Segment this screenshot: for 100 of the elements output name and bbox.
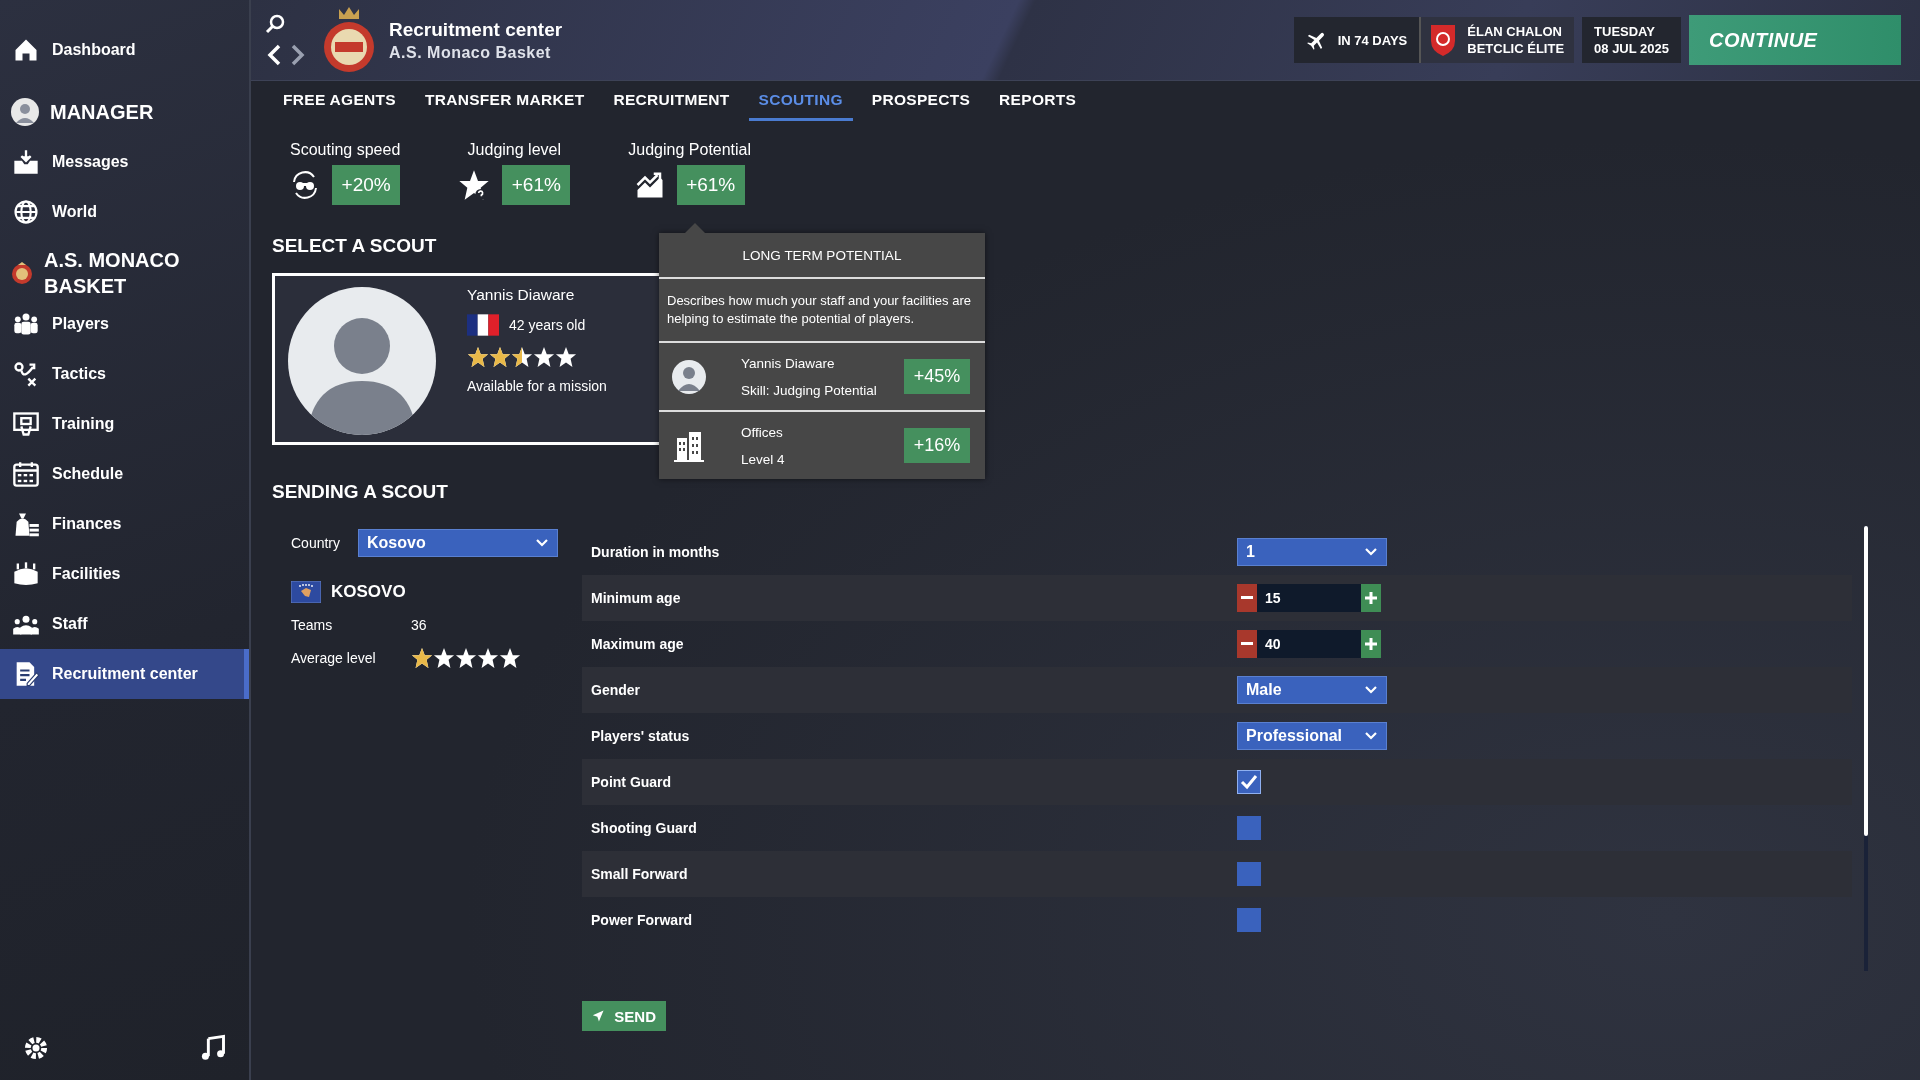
tab[interactable]: SCOUTING <box>748 81 853 121</box>
dropdown[interactable]: 1 <box>1237 538 1387 566</box>
field-label: Small Forward <box>591 866 689 882</box>
weekday-text: TUESDAY <box>1594 23 1656 40</box>
club-name: A.S. Monaco Basket <box>389 43 552 62</box>
search-icon[interactable] <box>265 13 287 35</box>
section-title: MANAGER <box>50 100 154 124</box>
star-icon <box>433 647 455 669</box>
checkbox[interactable] <box>1237 862 1261 886</box>
dropdown[interactable]: Professional <box>1237 722 1387 750</box>
bonus-badge: +45% <box>904 359 970 394</box>
checkbox[interactable] <box>1237 908 1261 932</box>
star-icon <box>533 346 555 368</box>
club-logo-icon <box>321 5 377 75</box>
sidebar-item-icon <box>12 148 40 176</box>
field-label: Gender <box>591 682 641 698</box>
scout-status: Available for a mission <box>467 378 607 394</box>
minus-button[interactable] <box>1237 584 1257 612</box>
trend-chart-icon <box>634 170 665 200</box>
sidebar-item[interactable]: Messages <box>0 137 249 187</box>
opponent-name: ÉLAN CHALON <box>1467 23 1563 40</box>
tab[interactable]: REPORTS <box>989 81 1087 121</box>
minus-icon <box>1241 596 1253 599</box>
settings-icon[interactable] <box>22 1034 50 1062</box>
avatar-icon <box>671 358 707 395</box>
caret-icon <box>1364 685 1378 695</box>
number-field[interactable]: 15 <box>1257 584 1361 612</box>
field-label: Shooting Guard <box>591 820 698 836</box>
stat-label: Judging level <box>467 141 561 159</box>
teams-count: 36 <box>411 617 428 633</box>
sidebar-item[interactable]: Finances <box>0 499 249 549</box>
page-title: Recruitment center <box>389 18 563 41</box>
sidebar-item[interactable]: World <box>0 187 249 237</box>
sidebar-item[interactable]: Recruitment center <box>0 649 249 699</box>
sidebar-item-icon <box>12 198 40 226</box>
star-icon <box>467 346 489 368</box>
sidebar-item[interactable]: Staff <box>0 599 249 649</box>
tab[interactable]: FREE AGENTS <box>273 81 406 121</box>
sidebar-item[interactable]: Facilities <box>0 549 249 599</box>
contributor-detail: Level 4 <box>741 451 785 467</box>
dropdown[interactable]: Male <box>1237 676 1387 704</box>
plus-icon <box>1365 592 1377 604</box>
sidebar-item-icon <box>12 460 40 488</box>
scrollbar[interactable] <box>1864 526 1868 971</box>
star-icon <box>489 346 511 368</box>
field-label: Minimum age <box>591 590 682 606</box>
avatar-icon <box>10 97 40 127</box>
stat-badge: +20% <box>332 165 401 205</box>
checkbox[interactable] <box>1237 770 1261 794</box>
field-label: Country <box>291 535 341 551</box>
countdown-text: IN 74 DAYS <box>1337 32 1408 48</box>
minus-button[interactable] <box>1237 630 1257 658</box>
star-icon <box>455 647 477 669</box>
contributor-name: Offices <box>741 424 784 440</box>
checkbox[interactable] <box>1237 816 1261 840</box>
field-label: Duration in months <box>591 544 721 560</box>
section-title: A.S. MONACO BASKET <box>44 248 181 299</box>
star-icon <box>511 346 533 368</box>
flag-icon <box>467 314 499 336</box>
scout-name: Yannis Diaware <box>467 286 576 304</box>
country-dropdown[interactable]: Kosovo <box>358 529 559 557</box>
tab[interactable]: PROSPECTS <box>861 81 981 121</box>
star-icon <box>477 647 499 669</box>
music-note-icon[interactable] <box>199 1034 227 1062</box>
tab[interactable]: RECRUITMENT <box>603 81 740 121</box>
caret-icon <box>535 538 550 548</box>
competition-name: BETCLIC ÉLITE <box>1467 40 1565 57</box>
flag-icon <box>291 581 321 603</box>
sidebar-item[interactable]: Tactics <box>0 349 249 399</box>
sidebar-item-icon <box>12 560 40 588</box>
section-heading: SELECT A SCOUT <box>272 235 437 257</box>
star-question-icon <box>458 169 491 201</box>
star-icon <box>555 346 577 368</box>
club-logo-icon <box>10 261 34 285</box>
plus-button[interactable] <box>1361 630 1381 658</box>
plus-icon <box>1365 638 1377 650</box>
tab[interactable]: TRANSFER MARKET <box>414 81 595 121</box>
sidebar-item-icon <box>12 410 40 438</box>
contributor-detail: Skill: Judging Potential <box>741 382 877 398</box>
field-label: Power Forward <box>591 912 694 928</box>
number-field[interactable]: 40 <box>1257 630 1361 658</box>
star-icon <box>499 647 521 669</box>
sidebar-item[interactable]: Training <box>0 399 249 449</box>
stat-label: Scouting speed <box>290 141 401 159</box>
country-name: KOSOVO <box>331 582 406 602</box>
sidebar-item[interactable]: Dashboard <box>0 25 249 75</box>
sidebar-item[interactable]: Schedule <box>0 449 249 499</box>
stat-label: Judging Potential <box>628 141 752 159</box>
sidebar-item[interactable]: Players <box>0 299 249 349</box>
continue-button[interactable]: CONTINUE <box>1689 15 1901 65</box>
plus-button[interactable] <box>1361 584 1381 612</box>
minus-icon <box>1241 642 1253 645</box>
field-label: Maximum age <box>591 636 685 652</box>
stat-badge: +61% <box>502 165 571 205</box>
bonus-badge: +16% <box>904 428 970 463</box>
star-icon <box>411 647 433 669</box>
caret-icon <box>1364 547 1378 557</box>
tooltip-description: Describes how much your staff and your facilities are helping to estimate the potential of players. <box>659 279 985 343</box>
section-heading: SENDING A SCOUT <box>272 481 448 503</box>
send-button[interactable]: SEND <box>582 1001 666 1031</box>
